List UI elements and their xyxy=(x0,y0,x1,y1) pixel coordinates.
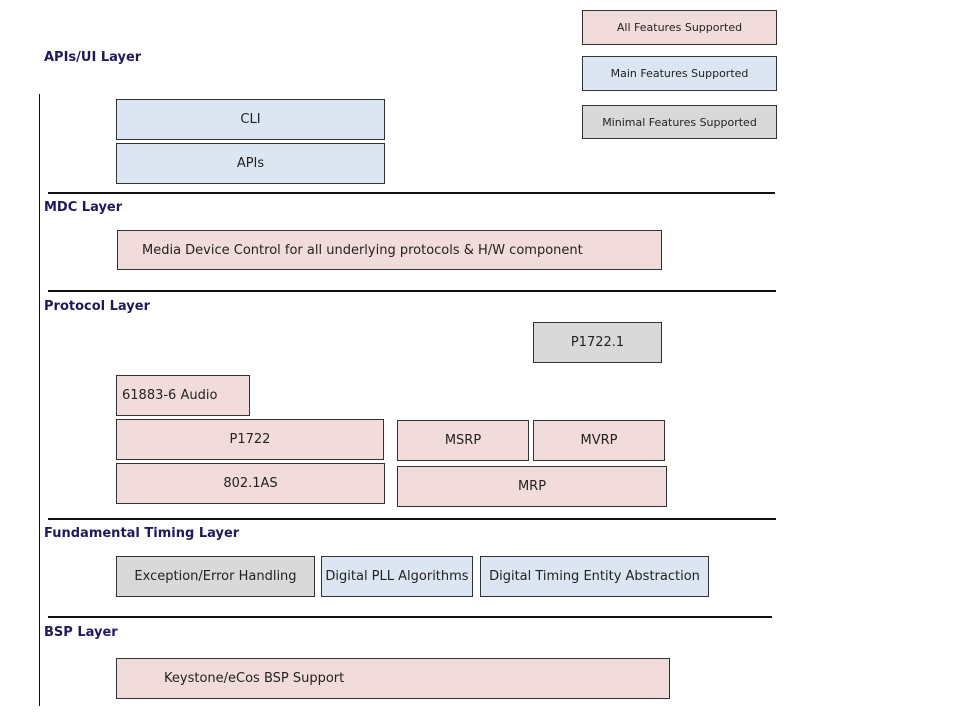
box-msrp: MSRP xyxy=(397,420,529,461)
box-mvrp: MVRP xyxy=(533,420,665,461)
divider xyxy=(48,192,775,194)
layer-title-bsp: BSP Layer xyxy=(44,625,118,640)
legend-main-features: Main Features Supported xyxy=(582,56,777,91)
layer-title-protocol: Protocol Layer xyxy=(44,299,150,314)
box-exception-handling: Exception/Error Handling xyxy=(116,556,315,597)
box-cli: CLI xyxy=(116,99,385,140)
layer-title-api: APIs/UI Layer xyxy=(44,50,142,65)
layer-title-timing: Fundamental Timing Layer xyxy=(44,526,240,541)
box-802-1as: 802.1AS xyxy=(116,463,385,504)
vertical-axis-line xyxy=(39,94,40,706)
box-keystone-bsp: Keystone/eCos BSP Support xyxy=(116,658,670,699)
legend-all-features: All Features Supported xyxy=(582,10,777,45)
box-61883-6-audio: 61883-6 Audio xyxy=(116,375,250,416)
box-mrp: MRP xyxy=(397,466,667,507)
layer-title-mdc: MDC Layer xyxy=(44,200,123,215)
box-digital-pll: Digital PLL Algorithms xyxy=(321,556,473,597)
box-p1722: P1722 xyxy=(116,419,384,460)
box-p1722-1: P1722.1 xyxy=(533,322,662,363)
box-media-device-control: Media Device Control for all underlying … xyxy=(117,230,662,270)
divider xyxy=(48,616,772,618)
box-apis: APIs xyxy=(116,143,385,184)
box-digital-timing-entity: Digital Timing Entity Abstraction xyxy=(480,556,709,597)
divider xyxy=(48,518,776,520)
legend-minimal-features: Minimal Features Supported xyxy=(582,105,777,139)
divider xyxy=(48,290,776,292)
